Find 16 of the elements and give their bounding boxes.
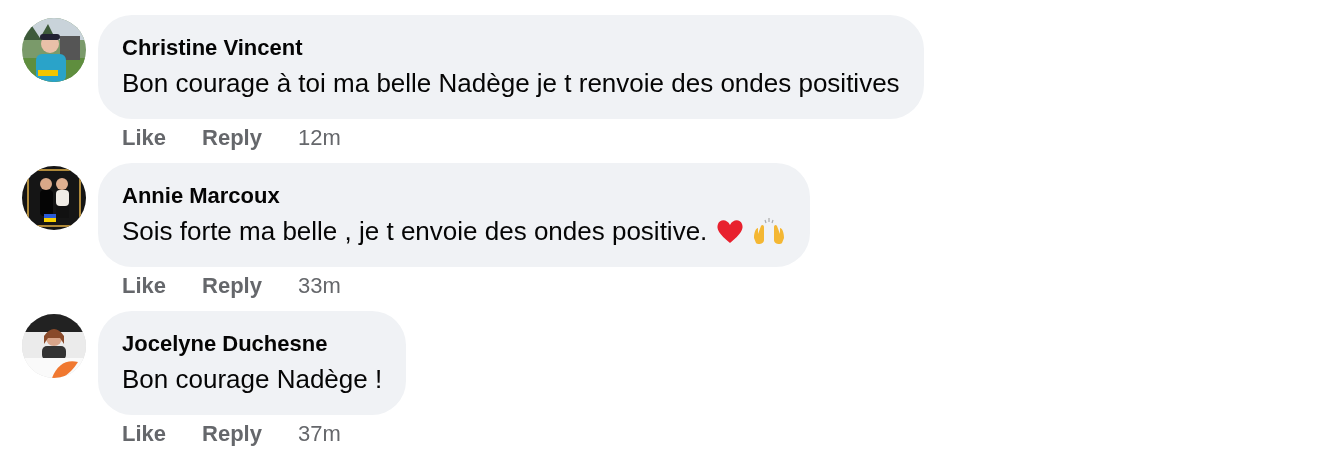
timestamp[interactable]: 33m: [297, 275, 341, 297]
comment-text: Bon courage Nadège !: [122, 363, 383, 396]
timestamp[interactable]: 37m: [297, 423, 341, 445]
like-link[interactable]: Like: [122, 127, 167, 149]
author-name[interactable]: Christine Vincent: [122, 33, 900, 63]
reply-link[interactable]: Reply: [202, 423, 262, 445]
comment-text: Bon courage à toi ma belle Nadège je t renvoie des ondes positives: [122, 67, 900, 100]
reply-link[interactable]: Reply: [202, 127, 262, 149]
author-name[interactable]: Annie Marcoux: [122, 181, 786, 211]
like-link[interactable]: Like: [122, 275, 167, 297]
author-name[interactable]: Jocelyne Duchesne: [122, 329, 383, 359]
timestamp[interactable]: 12m: [297, 127, 341, 149]
like-link[interactable]: Like: [122, 423, 167, 445]
comment-text: Sois forte ma belle , je t envoie des ondes positive.: [122, 211, 786, 251]
reply-link[interactable]: Reply: [202, 275, 262, 297]
raised-hands-icon: [751, 216, 786, 246]
